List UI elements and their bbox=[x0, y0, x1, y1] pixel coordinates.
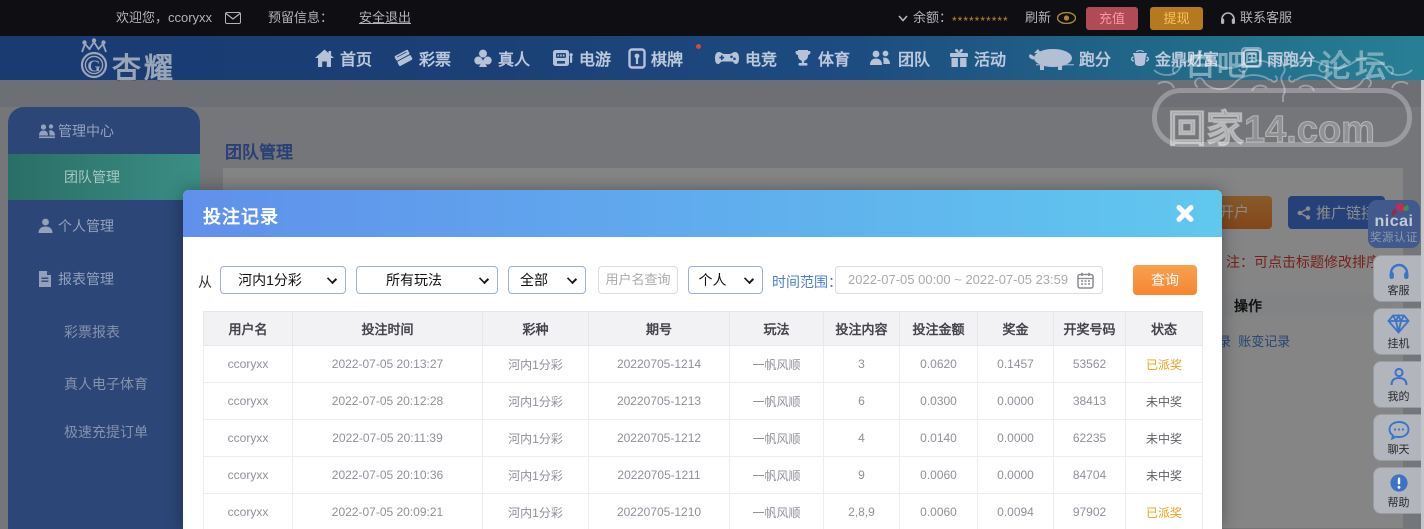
svg-text:G: G bbox=[87, 57, 100, 76]
